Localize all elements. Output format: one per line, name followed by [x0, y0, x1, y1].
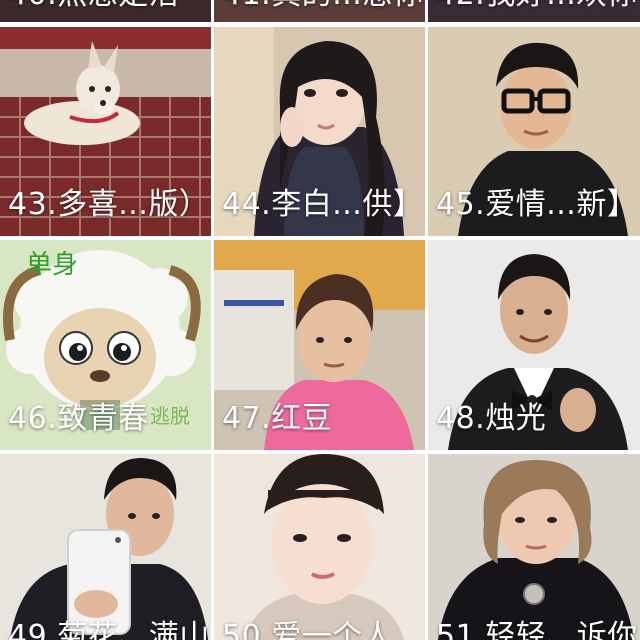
- grid-item-label: 47.红豆: [222, 401, 333, 436]
- grid-item-label: 46.致青春: [8, 401, 149, 436]
- grid-item[interactable]: 44.李白...供】: [214, 27, 425, 236]
- grid-item[interactable]: 49.菊花、满山: [0, 454, 211, 640]
- grid-item-label: 44.李白...供】: [222, 187, 424, 222]
- grid-item-label: 40.照想是活: [8, 0, 179, 12]
- grid-item[interactable]: 47.红豆: [214, 240, 425, 450]
- phone-selfie-man-photo: [0, 454, 211, 640]
- grid-item-label: 43.多喜...版）: [8, 187, 210, 222]
- single-badge: 单身: [26, 250, 79, 280]
- grid-item-label: 51.轻轻、诉你: [436, 619, 638, 640]
- grid-item-label: 49.菊花、满山: [8, 619, 210, 640]
- grid-item[interactable]: 50.爱一个人: [214, 454, 425, 640]
- grid-item[interactable]: 41.真的...想你: [214, 0, 425, 22]
- photo-grid: 40.照想是活 41.真的...想你 42.我好...欢你: [0, 0, 640, 640]
- grid-item[interactable]: 单身 逃脱 46.致青春: [0, 240, 211, 450]
- woman-fur-collar-photo: [428, 454, 640, 640]
- escape-badge: 逃脱: [150, 404, 190, 428]
- grid-item[interactable]: 45.爱情...新】: [428, 27, 640, 236]
- grid-item-label: 45.爱情...新】: [436, 187, 638, 222]
- grid-item[interactable]: 43.多喜...版）: [0, 27, 211, 236]
- grid-item-label: 48.烛光: [436, 401, 547, 436]
- grid-item[interactable]: 40.照想是活: [0, 0, 211, 22]
- grid-item[interactable]: 48.烛光: [428, 240, 640, 450]
- grid-item-label: 41.真的...想你: [222, 0, 423, 12]
- grid-item[interactable]: 51.轻轻、诉你: [428, 454, 640, 640]
- grid-item-label: 50.爱一个人: [222, 619, 394, 640]
- girl-bangs-photo: [214, 454, 425, 640]
- grid-item-label: 42.我好...欢你: [436, 0, 637, 12]
- grid-item[interactable]: 42.我好...欢你: [428, 0, 640, 22]
